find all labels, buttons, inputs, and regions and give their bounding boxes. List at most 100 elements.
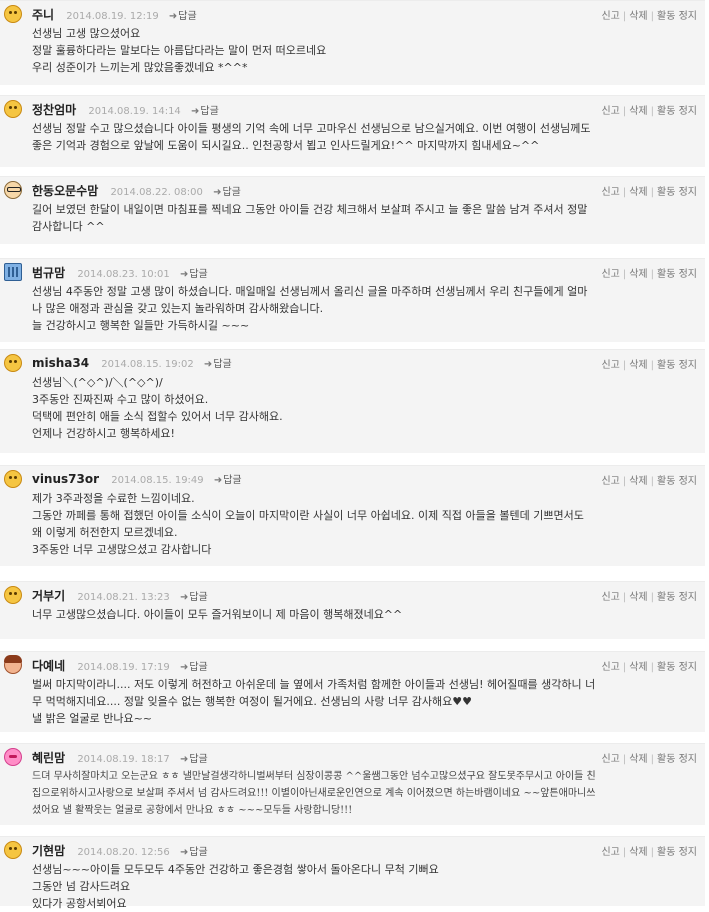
author-name[interactable]: 혜린맘 bbox=[32, 751, 65, 765]
comment-actions: 신고 | 삭제 | 활동 정지 bbox=[601, 588, 697, 603]
comment-item: vinus73or 2014.08.15. 19:49 ➜답글 신고 | 삭제 | 활동… bbox=[0, 465, 705, 566]
separator: | bbox=[622, 187, 627, 198]
report-link[interactable]: 신고 bbox=[601, 187, 619, 198]
delete-link[interactable]: 삭제 bbox=[629, 662, 647, 673]
author-name[interactable]: 주니 bbox=[32, 8, 54, 22]
comment-actions: 신고 | 삭제 | 활동 정지 bbox=[601, 265, 697, 280]
report-link[interactable]: 신고 bbox=[601, 592, 619, 603]
reply-button[interactable]: ➜답글 bbox=[180, 754, 208, 765]
smiley-avatar[interactable] bbox=[4, 470, 22, 488]
smiley-avatar[interactable] bbox=[4, 586, 22, 604]
comment-date: 2014.08.22. 08:00 bbox=[110, 187, 203, 198]
separator: | bbox=[622, 847, 627, 858]
suspend-link[interactable]: 활동 정지 bbox=[657, 11, 697, 22]
delete-link[interactable]: 삭제 bbox=[629, 592, 647, 603]
report-link[interactable]: 신고 bbox=[601, 360, 619, 371]
comment-line: 3주동안 너무 고생많으셨고 감사합니다 bbox=[32, 543, 212, 556]
author-name[interactable]: 기현맘 bbox=[32, 844, 65, 858]
comment-body: 선생님＼(^◇^)/＼(^◇^)/ 3주동안 진짜진짜 수고 많이 하셨어요. 덕택… bbox=[32, 374, 695, 442]
report-link[interactable]: 신고 bbox=[601, 662, 619, 673]
comment-body: 선생님 정말 수고 많으셨습니다 아이들 평생의 기억 속에 너무 고마우신 선… bbox=[32, 120, 695, 154]
suspend-link[interactable]: 활동 정지 bbox=[657, 754, 697, 765]
separator: | bbox=[650, 754, 655, 765]
comment-item: 다예네 2014.08.19. 17:19 ➜답글 신고 | 삭제 | 활동 정지 벌써… bbox=[0, 651, 705, 732]
comment-header: 다예네 2014.08.19. 17:19 ➜답글 bbox=[32, 657, 208, 674]
reply-button[interactable]: ➜답글 bbox=[204, 359, 232, 370]
comment-line: 우리 성준이가 느끼는게 많았음좋겠네요 *^^* bbox=[32, 61, 248, 74]
report-link[interactable]: 신고 bbox=[601, 847, 619, 858]
author-name[interactable]: 다예네 bbox=[32, 659, 65, 673]
suspend-link[interactable]: 활동 정지 bbox=[657, 106, 697, 117]
reply-button[interactable]: ➜답글 bbox=[214, 475, 242, 486]
separator: | bbox=[622, 754, 627, 765]
report-link[interactable]: 신고 bbox=[601, 11, 619, 22]
report-link[interactable]: 신고 bbox=[601, 754, 619, 765]
comment-line: 제가 3주과정을 수료한 느낌이네요. bbox=[32, 492, 195, 505]
comment-actions: 신고 | 삭제 | 활동 정지 bbox=[601, 7, 697, 22]
reply-button[interactable]: ➜답글 bbox=[180, 847, 208, 858]
reply-button[interactable]: ➜답글 bbox=[191, 106, 219, 117]
comment-item: 거부기 2014.08.21. 13:23 ➜답글 신고 | 삭제 | 활동 정지 너무… bbox=[0, 581, 705, 639]
delete-link[interactable]: 삭제 bbox=[629, 269, 647, 280]
reply-button[interactable]: ➜답글 bbox=[213, 187, 241, 198]
comment-line: 나 많은 애정과 관심을 갖고 있는지 놀라워하며 감사해왔습니다. bbox=[32, 302, 324, 315]
author-name[interactable]: 범규맘 bbox=[32, 266, 65, 280]
report-link[interactable]: 신고 bbox=[601, 106, 619, 117]
comment-item: 주니 2014.08.19. 12:19 ➜답글 신고 | 삭제 | 활동 정지 선생님… bbox=[0, 0, 705, 85]
suspend-link[interactable]: 활동 정지 bbox=[657, 592, 697, 603]
separator: | bbox=[650, 360, 655, 371]
smiley-avatar[interactable] bbox=[4, 5, 22, 23]
comment-body: 너무 고생많으셨습니다. 아이들이 모두 즐거워보이니 제 마음이 행복해졌네요… bbox=[32, 606, 695, 623]
author-name[interactable]: 정찬엄마 bbox=[32, 103, 76, 117]
comment-item: misha34 2014.08.15. 19:02 ➜답글 신고 | 삭제 | 활동 정… bbox=[0, 349, 705, 453]
comment-line: 있다가 공항서뵈어요 bbox=[32, 897, 127, 910]
reply-button[interactable]: ➜답글 bbox=[180, 662, 208, 673]
author-name[interactable]: misha34 bbox=[32, 356, 89, 370]
suspend-link[interactable]: 활동 정지 bbox=[657, 360, 697, 371]
author-name[interactable]: 한동오문수맘 bbox=[32, 184, 98, 198]
separator: | bbox=[650, 476, 655, 487]
reply-button[interactable]: ➜답글 bbox=[180, 269, 208, 280]
smiley-avatar[interactable] bbox=[4, 100, 22, 118]
delete-link[interactable]: 삭제 bbox=[629, 754, 647, 765]
separator: | bbox=[622, 360, 627, 371]
smiley-avatar[interactable] bbox=[4, 841, 22, 859]
comment-line: 무 먹먹해지네요.... 정말 잊을수 없는 행복한 여정이 될거에요. 선생님… bbox=[32, 695, 472, 708]
girl-avatar[interactable] bbox=[4, 655, 22, 674]
comment-header: misha34 2014.08.15. 19:02 ➜답글 bbox=[32, 355, 232, 370]
delete-link[interactable]: 삭제 bbox=[629, 847, 647, 858]
delete-link[interactable]: 삭제 bbox=[629, 360, 647, 371]
building-avatar[interactable] bbox=[4, 263, 22, 281]
reply-arrow-icon: ➜ bbox=[179, 269, 189, 280]
suspend-link[interactable]: 활동 정지 bbox=[657, 662, 697, 673]
reply-arrow-icon: ➜ bbox=[179, 592, 189, 603]
glasses-avatar[interactable] bbox=[4, 181, 22, 199]
report-link[interactable]: 신고 bbox=[601, 269, 619, 280]
author-name[interactable]: 거부기 bbox=[32, 589, 65, 603]
comment-line: 낼 밝은 얼굴로 반나요~~ bbox=[32, 712, 153, 725]
delete-link[interactable]: 삭제 bbox=[629, 476, 647, 487]
reply-button[interactable]: ➜답글 bbox=[180, 592, 208, 603]
comment-header: 한동오문수맘 2014.08.22. 08:00 ➜답글 bbox=[32, 182, 241, 199]
pink-avatar[interactable] bbox=[4, 748, 22, 766]
delete-link[interactable]: 삭제 bbox=[629, 187, 647, 198]
author-name[interactable]: vinus73or bbox=[32, 472, 99, 486]
comment-item: 혜린맘 2014.08.19. 18:17 ➜답글 신고 | 삭제 | 활동 정지 드뎌… bbox=[0, 743, 705, 825]
comment-actions: 신고 | 삭제 | 활동 정지 bbox=[601, 750, 697, 765]
delete-link[interactable]: 삭제 bbox=[629, 11, 647, 22]
reply-button[interactable]: ➜답글 bbox=[169, 11, 197, 22]
suspend-link[interactable]: 활동 정지 bbox=[657, 187, 697, 198]
report-link[interactable]: 신고 bbox=[601, 476, 619, 487]
comment-line: 집으로위하시고사랑으로 보살펴 주셔서 넘 감사드려요!!! 이별이아닌새로운인… bbox=[32, 788, 596, 799]
separator: | bbox=[650, 269, 655, 280]
comment-line: 선생님 고생 많으셨어요 bbox=[32, 27, 141, 40]
smiley-avatar[interactable] bbox=[4, 354, 22, 372]
comment-line: 드뎌 무사히잘마치고 오는군요 ㅎㅎ 낼만날걸생각하니벌써부터 심장이콩콩 ^^… bbox=[32, 771, 596, 782]
comment-date: 2014.08.19. 17:19 bbox=[77, 662, 170, 673]
suspend-link[interactable]: 활동 정지 bbox=[657, 476, 697, 487]
comment-header: vinus73or 2014.08.15. 19:49 ➜답글 bbox=[32, 471, 242, 486]
suspend-link[interactable]: 활동 정지 bbox=[657, 847, 697, 858]
suspend-link[interactable]: 활동 정지 bbox=[657, 269, 697, 280]
delete-link[interactable]: 삭제 bbox=[629, 106, 647, 117]
reply-arrow-icon: ➜ bbox=[203, 359, 213, 370]
